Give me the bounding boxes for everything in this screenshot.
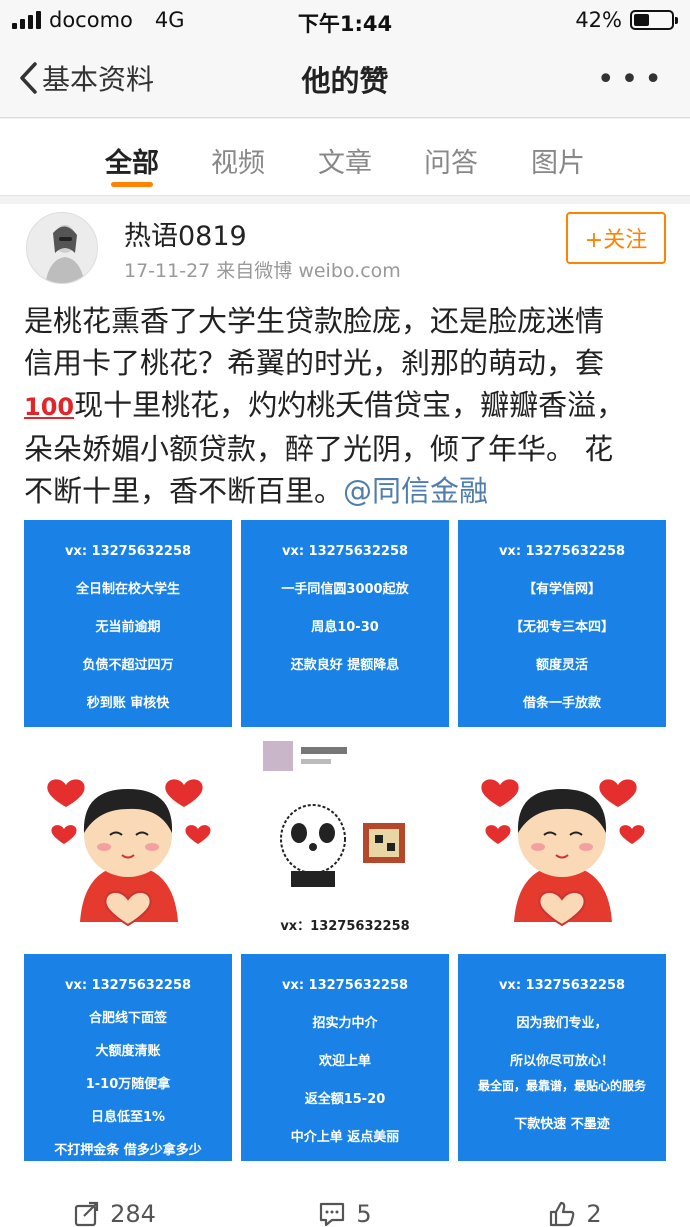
repost-button[interactable]: 284 — [0, 1196, 230, 1227]
post-image-6[interactable] — [458, 737, 666, 944]
image-text: 额度灵活 — [535, 658, 588, 673]
battery-fill — [634, 14, 650, 26]
post-meta: 17-11-27 来自微博 weibo.com — [124, 260, 401, 282]
username[interactable]: 热语0819 — [124, 214, 247, 253]
image-text: 日息低至1% — [90, 1110, 166, 1125]
image-text: 不打押金条 借多少拿多少 — [54, 1143, 202, 1158]
comment-count: 5 — [356, 1199, 372, 1227]
post-text-line: 朵朵娇媚小额贷款，醉了光阴，倾了年华。 花 — [24, 432, 614, 466]
image-text: 借条一手放款 — [522, 696, 601, 711]
image-text: 1-10万随便拿 — [85, 1077, 171, 1092]
image-text: 负债不超过四万 — [82, 658, 174, 673]
heart-girl-sticker-icon — [481, 779, 645, 927]
panda-qr-icon — [263, 741, 405, 887]
tab-article[interactable]: 文章 — [295, 141, 395, 180]
post-image-3[interactable]: vx: 13275632258 【有学信网】 【无视专三本四】 额度灵活 借条一… — [458, 520, 666, 727]
image-text: 招实力中介 — [312, 1016, 378, 1031]
image-text: vx: 13275632258 — [281, 544, 409, 559]
post-image-7[interactable]: vx: 13275632258 合肥线下面签 大额度清账 1-10万随便拿 日息… — [24, 954, 232, 1161]
battery-icon — [630, 10, 678, 30]
image-text: 全日制在校大学生 — [75, 582, 180, 597]
image-text: 返全额15-20 — [304, 1092, 386, 1107]
battery-percent: 42% — [575, 8, 622, 32]
image-text: vx: 13275632258 — [281, 978, 409, 993]
image-text: 无当前逾期 — [95, 620, 161, 635]
comment-button[interactable]: 5 — [230, 1196, 460, 1227]
post-text: 是桃花熏香了大学生贷款脸庞，还是脸庞迷情 信用卡了桃花？希翼的时光，刹那的萌动，… — [24, 300, 670, 512]
image-text: 所以你尽可放心！ — [509, 1054, 614, 1069]
image-text: vx: 13275632258 — [64, 978, 192, 993]
page-title: 他的赞 — [301, 64, 389, 98]
heart-girl-sticker-icon — [47, 779, 211, 927]
status-bar: docomo 4G 下午1:44 42% — [0, 0, 690, 40]
image-text: 中介上单 返点美丽 — [290, 1130, 400, 1145]
post-image-8[interactable]: vx: 13275632258 招实力中介 欢迎上单 返全额15-20 中介上单… — [241, 954, 449, 1161]
tab-all[interactable]: 全部 — [82, 141, 182, 180]
image-text: 因为我们专业， — [516, 1016, 608, 1031]
post-text-segment: 不断十里，香不断百里。 — [24, 474, 344, 508]
action-bar: 284 5 2 — [0, 1196, 690, 1227]
image-text: 秒到账 审核快 — [86, 696, 170, 711]
image-text: vx：13275632258 — [280, 919, 410, 934]
comment-icon — [320, 1202, 345, 1226]
image-text: 欢迎上单 — [318, 1054, 371, 1069]
image-text: vx: 13275632258 — [64, 544, 192, 559]
like-count: 2 — [586, 1199, 602, 1227]
follow-button[interactable]: +关注 — [566, 212, 666, 264]
more-icon[interactable]: ••• — [597, 62, 668, 97]
like-button[interactable]: 2 — [460, 1196, 690, 1227]
user-avatar-icon — [27, 213, 97, 283]
tab-bar: 全部 视频 文章 问答 图片 — [0, 119, 690, 196]
repost-icon — [74, 1201, 99, 1226]
image-text: vx: 13275632258 — [498, 978, 626, 993]
post-text-line: 100现十里桃花，灼灼桃夭借贷宝，瓣瓣香溢， — [24, 384, 670, 428]
mention-link[interactable]: @同信金融 — [343, 474, 488, 508]
tab-video[interactable]: 视频 — [188, 141, 288, 180]
image-text: 合肥线下面签 — [88, 1011, 167, 1026]
image-text: 【有学信网】 — [522, 582, 601, 597]
post-card: 热语0819 17-11-27 来自微博 weibo.com +关注 是桃花熏香… — [0, 204, 690, 1227]
image-text: 还款良好 提额降息 — [290, 658, 400, 673]
post-image-4[interactable] — [24, 737, 232, 944]
status-right: 42% — [575, 8, 678, 32]
image-text: 周息10-30 — [311, 620, 379, 635]
hundred-points-icon: 100 — [24, 393, 75, 421]
image-text: 大额度清账 — [95, 1044, 161, 1059]
image-text: 下款快速 不墨迹 — [514, 1117, 610, 1132]
post-text-line: 是桃花熏香了大学生贷款脸庞，还是脸庞迷情 — [24, 304, 605, 338]
image-text: 一手同信圆3000起放 — [281, 582, 409, 597]
tab-active-indicator — [111, 182, 153, 187]
post-text-line: 不断十里，香不断百里。@同信金融 — [24, 470, 670, 512]
post-text-segment: 现十里桃花，灼灼桃夭借贷宝，瓣瓣香溢， — [74, 388, 626, 422]
post-text-line: 信用卡了桃花？希翼的时光，刹那的萌动，套 — [24, 346, 605, 380]
image-text: vx: 13275632258 — [498, 544, 626, 559]
image-text: 【无视专三本四】 — [509, 620, 614, 635]
thumbs-up-icon — [550, 1201, 575, 1226]
post-image-9[interactable]: vx: 13275632258 因为我们专业， 所以你尽可放心！ 最全面，最靠谱… — [458, 954, 666, 1161]
tab-images[interactable]: 图片 — [508, 141, 608, 180]
post-image-2[interactable]: vx: 13275632258 一手同信圆3000起放 周息10-30 还款良好… — [241, 520, 449, 727]
nav-bar: 基本资料 他的赞 ••• — [0, 40, 690, 118]
image-text: 最全面，最靠谱，最贴心的服务 — [477, 1079, 646, 1093]
tab-qa[interactable]: 问答 — [401, 141, 501, 180]
avatar[interactable] — [26, 212, 98, 284]
post-image-1[interactable]: vx: 13275632258 全日制在校大学生 无当前逾期 负债不超过四万 秒… — [24, 520, 232, 727]
repost-count: 284 — [110, 1199, 156, 1227]
post-image-5[interactable]: vx：13275632258 — [241, 737, 449, 944]
